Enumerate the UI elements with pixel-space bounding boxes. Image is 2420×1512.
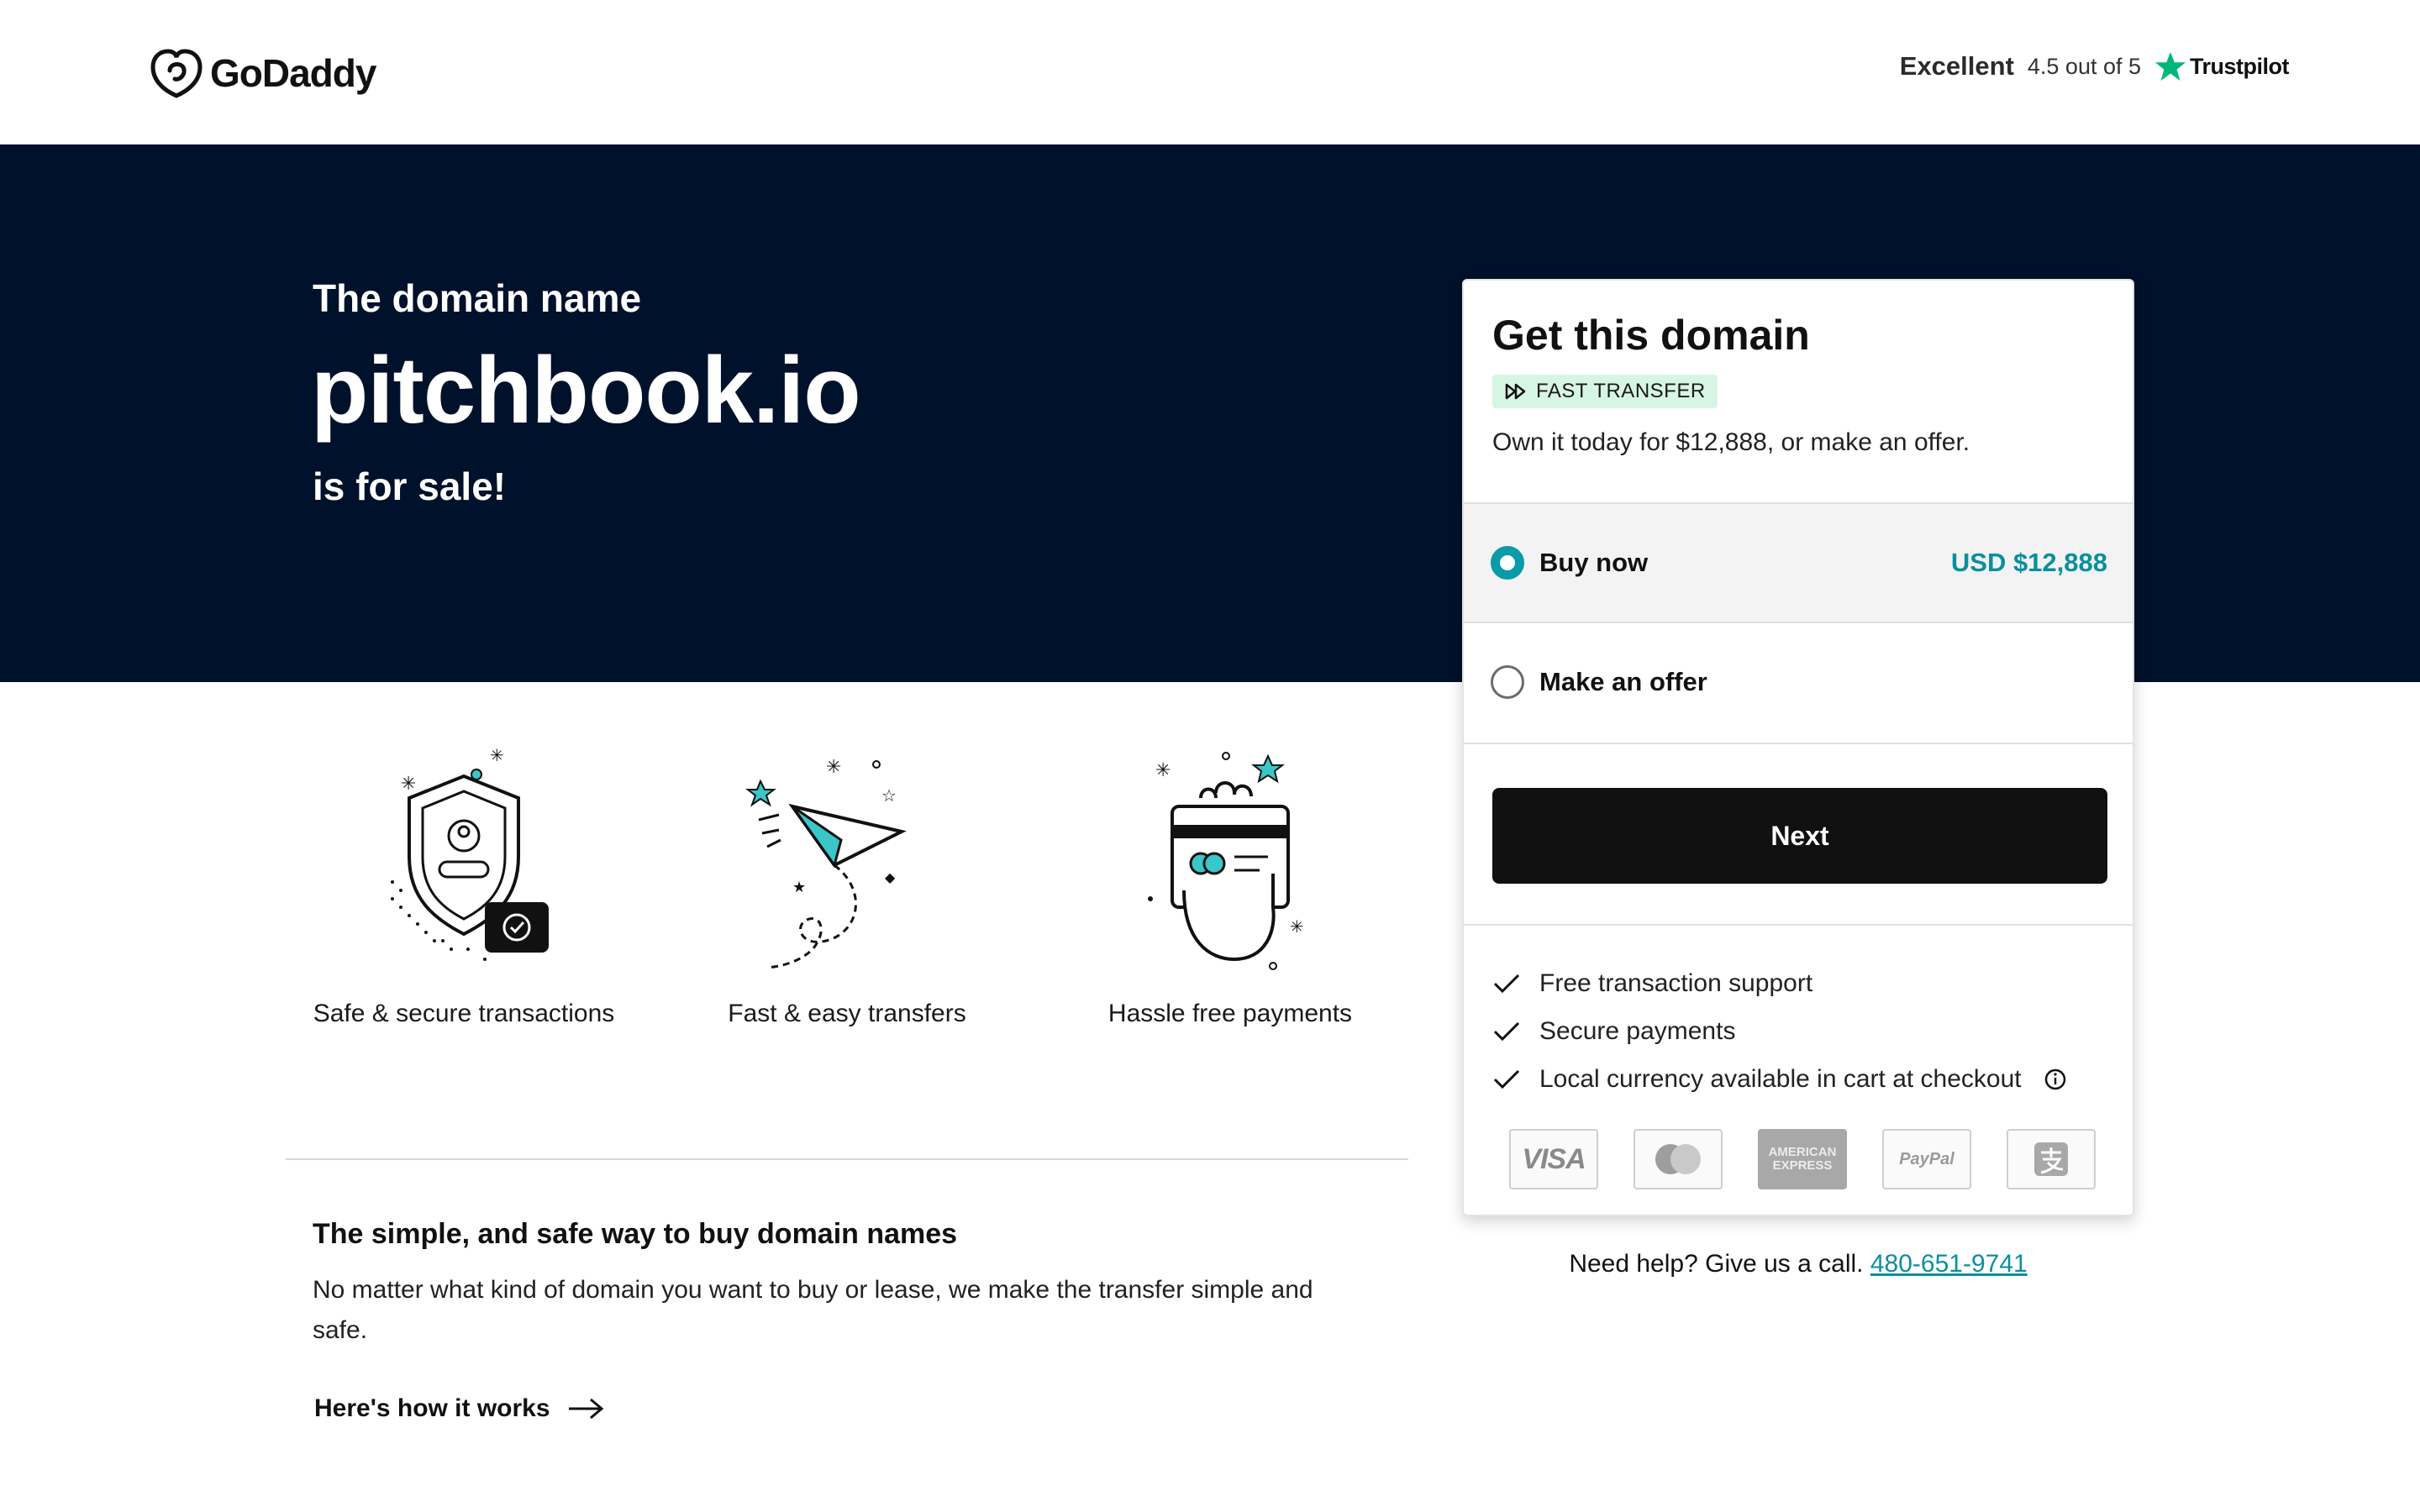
benefit-list: Free transaction support Secure payments… bbox=[1492, 959, 2067, 1103]
shield-check-icon: ✳ ✳ bbox=[391, 747, 549, 961]
info-icon[interactable] bbox=[2044, 1068, 2067, 1091]
feature-label: Fast & easy transfers bbox=[728, 1000, 966, 1027]
svg-text:✳: ✳ bbox=[490, 747, 504, 765]
mastercard-logo bbox=[1634, 1129, 1723, 1189]
checkmark-icon bbox=[1493, 974, 1520, 993]
godaddy-logo-icon bbox=[150, 49, 203, 98]
benefit-item: Free transaction support bbox=[1492, 959, 2067, 1007]
option-label: Make an offer bbox=[1539, 667, 1707, 696]
alipay-logo bbox=[2007, 1129, 2096, 1189]
visa-logo: VISA bbox=[1509, 1129, 1598, 1189]
mastercard-icon bbox=[1655, 1144, 1701, 1174]
option-label: Buy now bbox=[1539, 548, 1649, 577]
payment-methods: VISA AMERICAN EXPRESS PayPal bbox=[1509, 1129, 2096, 1189]
feature-label: Safe & secure transactions bbox=[313, 1000, 615, 1027]
trustpilot-rating[interactable]: Excellent 4.5 out of 5 Trustpilot bbox=[1899, 50, 2290, 82]
card-hand-icon: ✳ ✳ bbox=[1148, 752, 1304, 970]
info-title: The simple, and safe way to buy domain n… bbox=[313, 1218, 958, 1250]
paper-plane-icon: ✳ ★ ☆ ◆ bbox=[745, 756, 907, 969]
buy-now-radio[interactable] bbox=[1491, 546, 1524, 580]
svg-text:✳: ✳ bbox=[1290, 918, 1304, 937]
fast-transfer-badge: FAST TRANSFER bbox=[1492, 375, 1718, 408]
hero-subtitle: is for sale! bbox=[313, 465, 507, 508]
trustpilot-text: Trustpilot bbox=[2190, 53, 2290, 79]
purchase-card: Get this domain FAST TRANSFER Own it tod… bbox=[1462, 279, 2134, 1216]
feature-fast: ✳ ★ ☆ ◆ Fast & easy transfers bbox=[679, 739, 1015, 1028]
checkmark-icon bbox=[1493, 1069, 1520, 1089]
svg-text:★: ★ bbox=[792, 879, 806, 895]
help-line: Need help? Give us a call. 480-651-9741 bbox=[1462, 1250, 2134, 1278]
svg-text:☆: ☆ bbox=[881, 787, 897, 806]
feature-label: Hassle free payments bbox=[1107, 1000, 1353, 1027]
phone-link[interactable]: 480-651-9741 bbox=[1870, 1250, 2028, 1278]
fast-forward-icon bbox=[1505, 383, 1526, 400]
info-body: No matter what kind of domain you want t… bbox=[313, 1276, 1313, 1344]
benefit-label: Free transaction support bbox=[1539, 969, 1813, 997]
benefit-label: Secure payments bbox=[1539, 1016, 1736, 1045]
svg-text:◆: ◆ bbox=[885, 871, 896, 885]
card-title: Get this domain bbox=[1492, 312, 1810, 359]
svg-text:✳: ✳ bbox=[1155, 759, 1171, 780]
trust-score: 4.5 out of 5 bbox=[2027, 53, 2141, 79]
svg-text:✳: ✳ bbox=[826, 756, 841, 777]
amex-logo: AMERICAN EXPRESS bbox=[1758, 1129, 1847, 1189]
checkmark-icon bbox=[1493, 1021, 1520, 1041]
benefit-label: Local currency available in cart at chec… bbox=[1539, 1064, 2022, 1093]
option-make-offer[interactable]: Make an offer bbox=[1464, 623, 2133, 744]
benefit-item: Local currency available in cart at chec… bbox=[1492, 1055, 2067, 1103]
option-price: USD $12,888 bbox=[1950, 548, 2107, 577]
godaddy-logo[interactable]: GoDaddy bbox=[150, 47, 376, 99]
make-offer-radio[interactable] bbox=[1491, 665, 1524, 699]
badge-label: FAST TRANSFER bbox=[1536, 380, 1706, 402]
next-button[interactable]: Next bbox=[1492, 788, 2107, 884]
section-divider bbox=[286, 1158, 1408, 1160]
benefit-item: Secure payments bbox=[1492, 1007, 2067, 1055]
arrow-right-icon bbox=[568, 1398, 603, 1420]
hero-kicker: The domain name bbox=[313, 276, 642, 320]
domain-name: pitchbook.io bbox=[311, 338, 861, 443]
brand-name: GoDaddy bbox=[210, 51, 376, 95]
trustpilot-brand: Trustpilot bbox=[2154, 50, 2290, 82]
feature-list: ✳ ✳ Safe & secure transactions ✳ ★ ☆ ◆ F… bbox=[286, 739, 1412, 1075]
paypal-logo: PayPal bbox=[1882, 1129, 1971, 1189]
how-it-works-label: Here's how it works bbox=[314, 1394, 550, 1422]
top-bar: GoDaddy Excellent 4.5 out of 5 Trustpilo… bbox=[0, 0, 2420, 144]
how-it-works-link[interactable]: Here's how it works bbox=[314, 1394, 604, 1423]
svg-text:✳: ✳ bbox=[401, 773, 416, 794]
feature-secure: ✳ ✳ Safe & secure transactions bbox=[296, 739, 632, 1028]
card-divider bbox=[1464, 924, 2133, 926]
alipay-icon bbox=[2034, 1142, 2068, 1176]
trust-label: Excellent bbox=[1899, 51, 2014, 81]
card-description: Own it today for $12,888, or make an off… bbox=[1492, 428, 1970, 456]
option-buy-now[interactable]: Buy now USD $12,888 bbox=[1464, 502, 2133, 623]
feature-payments: ✳ ✳ Hassle free payments bbox=[1062, 739, 1398, 1028]
page: GoDaddy Excellent 4.5 out of 5 Trustpilo… bbox=[0, 0, 2420, 1512]
trustpilot-star-icon bbox=[2154, 51, 2186, 81]
help-text: Need help? Give us a call. bbox=[1569, 1250, 1864, 1278]
